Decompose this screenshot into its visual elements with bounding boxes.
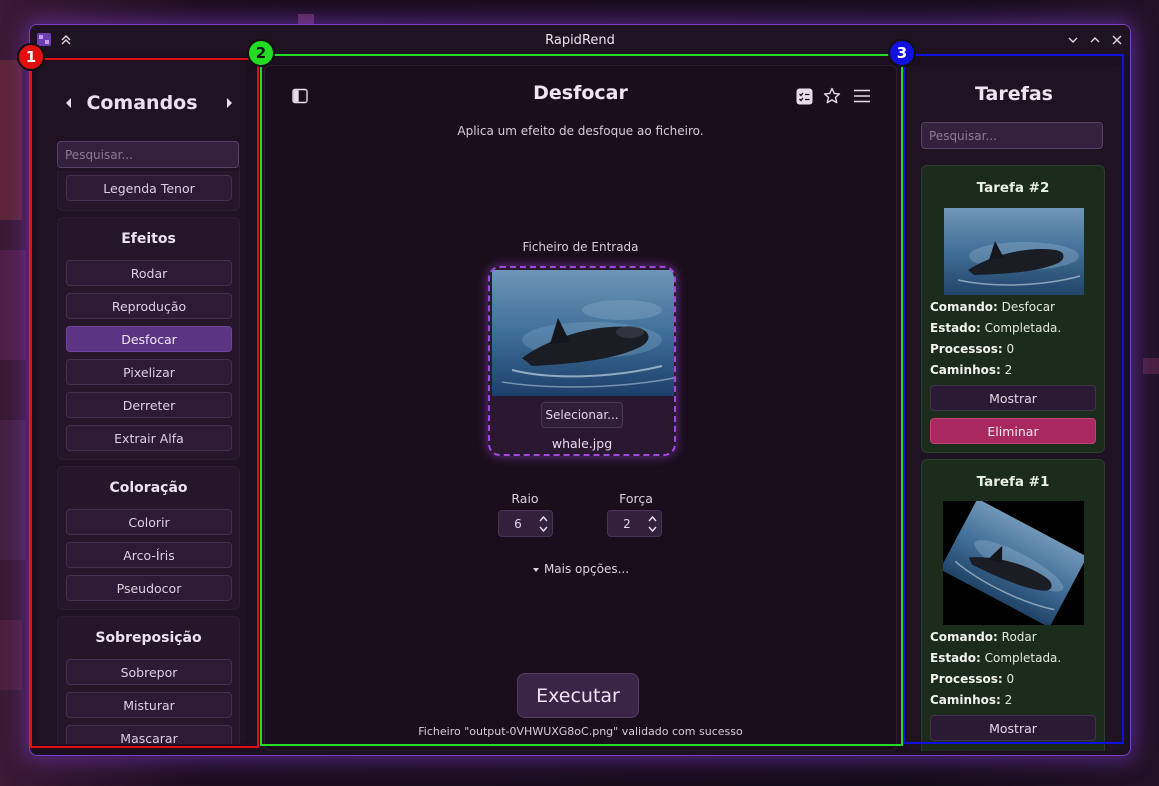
desktop-tile <box>0 250 26 360</box>
maximize-button[interactable] <box>1086 31 1104 49</box>
annotation-box-blue <box>903 54 1124 744</box>
close-button[interactable] <box>1108 31 1126 49</box>
annotation-box-red <box>30 58 259 748</box>
desktop-tile <box>1143 358 1159 374</box>
desktop-tile <box>0 620 22 690</box>
desktop-tile <box>298 14 314 24</box>
annotation-badge-2: 2 <box>247 39 275 67</box>
desktop-tile <box>0 420 26 560</box>
chevron-up-double-icon[interactable] <box>57 31 75 49</box>
desktop-tile <box>0 60 22 220</box>
annotation-badge-1: 1 <box>17 43 45 71</box>
annotation-badge-3: 3 <box>888 39 916 67</box>
app-icon <box>37 33 51 46</box>
annotation-box-green <box>260 54 903 746</box>
title-bar: RapidRend <box>30 25 1130 55</box>
minimize-button[interactable] <box>1064 31 1082 49</box>
window-title: RapidRend <box>545 32 615 48</box>
